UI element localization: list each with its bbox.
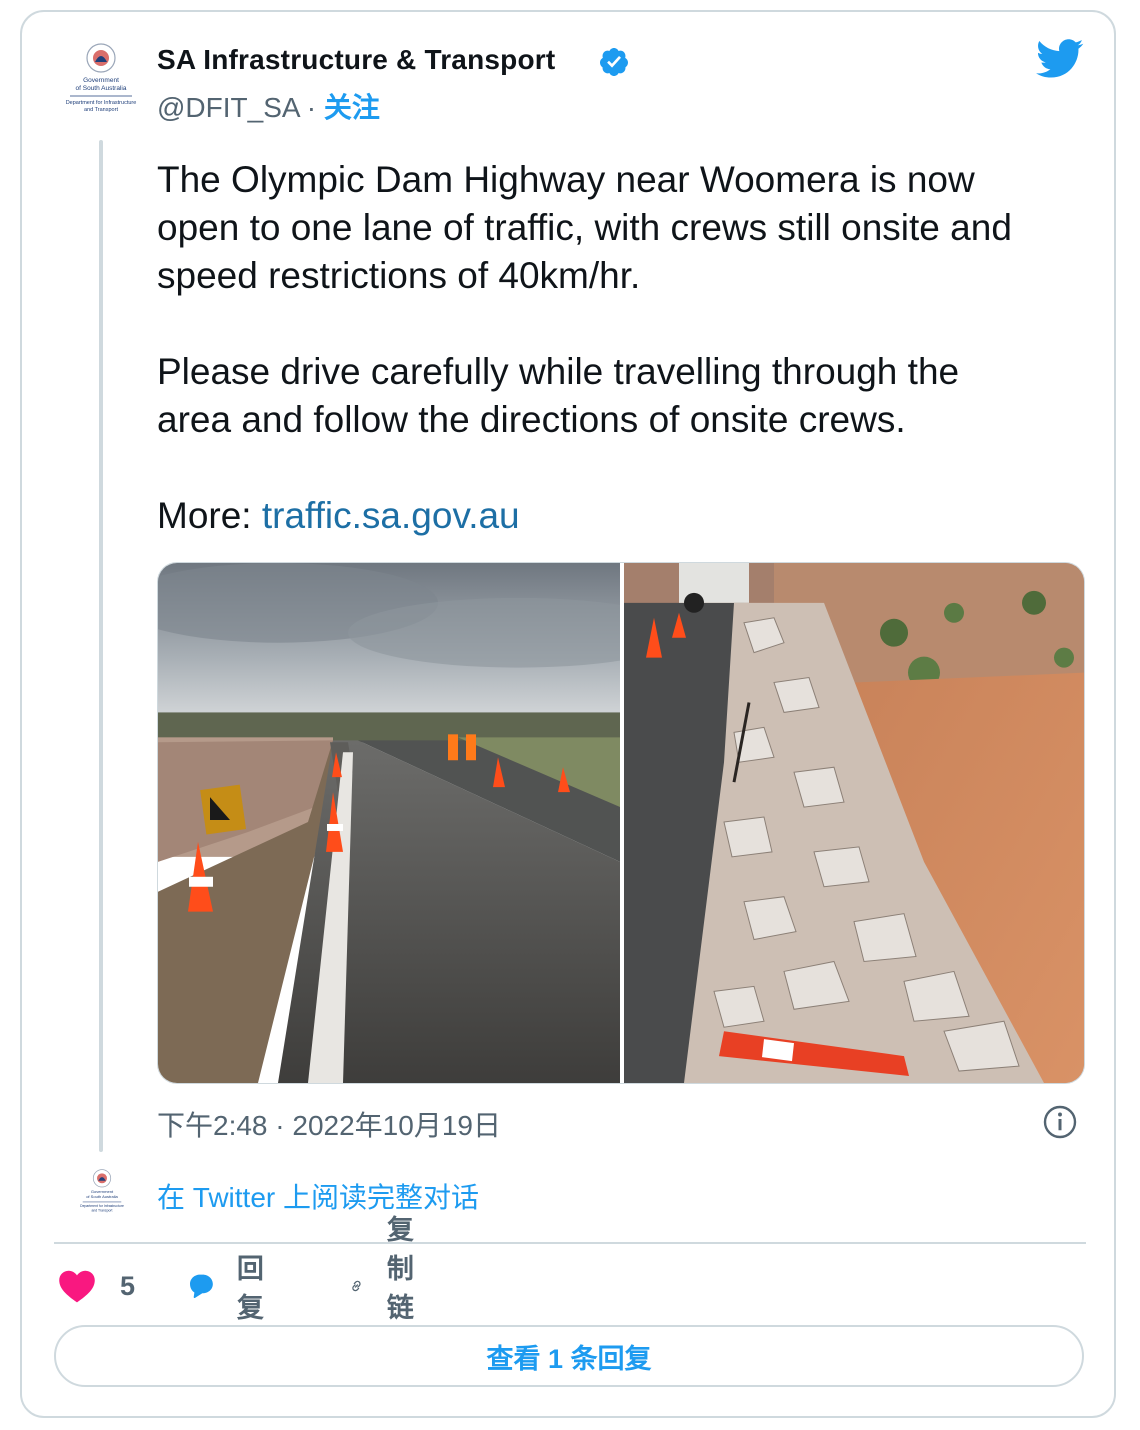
tweet-media [157,562,1085,1084]
tweet-text: The Olympic Dam Highway near Woomera is … [157,156,1087,540]
reply-label: 回复 [236,1254,264,1323]
like-count: 5 [120,1270,136,1301]
follow-button[interactable]: 关注 [324,92,380,123]
more-label: More: [157,495,262,536]
logo-line3: Department for Infrastructure [80,1204,124,1208]
tweet-more-line: More: traffic.sa.gov.au [157,492,1087,540]
thread-line [99,140,103,1152]
twitter-bird-icon[interactable] [1036,38,1084,80]
rocks-water-photo[interactable] [624,563,1085,1083]
divider [54,1242,1086,1244]
view-replies-button[interactable]: 查看 1 条回复 [54,1325,1084,1387]
account-avatar-small[interactable]: Government of South Australia Department… [74,1166,130,1218]
logo-line1: Government [83,77,119,84]
like-button[interactable]: 5 [58,1264,135,1308]
tweet-line: Please drive carefully while travelling … [157,351,960,392]
logo-line2: of South Australia [76,85,127,92]
tweet-line: area and follow the directions of onsite… [157,399,906,440]
account-handle[interactable]: @DFIT_SA [157,92,299,123]
tweet-line: speed restrictions of 40km/hr. [157,255,641,296]
reply-bubble-icon [190,1274,213,1299]
info-icon[interactable] [1042,1104,1078,1140]
copy-link-button[interactable]: 复制链接 [348,1215,435,1362]
tweet-timestamp[interactable]: 下午2:48 · 2022年10月19日 [157,1104,501,1144]
reply-button[interactable]: 回复 [188,1254,275,1323]
handle-separator: · [299,92,324,123]
handle-line: @DFIT_SA · 关注 [157,86,380,126]
logo-line4: and Transport [84,107,118,113]
logo-line1: Government [91,1189,114,1194]
logo-line2: of South Australia [86,1194,118,1199]
account-avatar[interactable]: Government of South Australia Department… [56,40,146,120]
verified-badge-icon [599,48,628,76]
account-name[interactable]: SA Infrastructure & Transport [157,44,555,76]
logo-line3: Department for Infrastructure [66,100,137,106]
link-icon [352,1280,361,1292]
road-photo[interactable] [158,563,620,1083]
logo-line4: and Transport [91,1208,112,1212]
tweet-line: The Olympic Dam Highway near Woomera is … [157,159,975,200]
heart-icon [59,1270,95,1303]
tweet-line: open to one lane of traffic, with crews … [157,207,1012,248]
traffic-link[interactable]: traffic.sa.gov.au [262,495,520,536]
